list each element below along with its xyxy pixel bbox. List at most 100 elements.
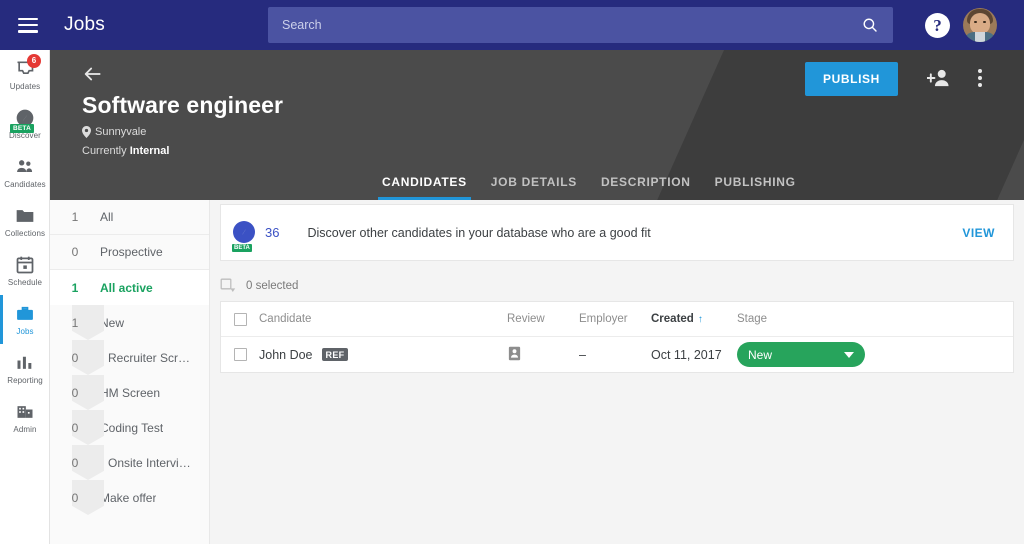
sidebar-item-label: Jobs bbox=[16, 327, 33, 336]
sidebar-item-updates[interactable]: 6 Updates bbox=[0, 50, 50, 99]
sidebar-rail: 6 Updates BETA Discover bbox=[0, 50, 50, 544]
stage-count: 0 bbox=[50, 456, 100, 470]
stage-filter-prospective[interactable]: 0 Prospective bbox=[50, 235, 209, 270]
candidates-table: Candidate Review Employer Created ↑ Stage… bbox=[220, 301, 1014, 373]
inbox-icon: 6 bbox=[14, 59, 36, 79]
cell-employer: – bbox=[579, 348, 651, 362]
column-header-review[interactable]: Review bbox=[507, 313, 579, 325]
contact-card-icon[interactable] bbox=[507, 346, 522, 361]
stage-count: 1 bbox=[50, 281, 100, 295]
kebab-dot bbox=[978, 69, 982, 73]
hamburger-bar bbox=[18, 24, 38, 27]
row-checkbox[interactable] bbox=[234, 348, 247, 361]
stage-filter-onsite-interview[interactable]: 0 Onsite Intervi… bbox=[50, 445, 209, 480]
table-row[interactable]: John Doe REF – Oct 11, 2017 New bbox=[221, 337, 1013, 372]
sidebar-item-label: Updates bbox=[10, 82, 41, 91]
add-person-icon[interactable] bbox=[927, 68, 951, 88]
stage-filter-recruiter-screen[interactable]: 0 Recruiter Scr… bbox=[50, 340, 209, 375]
publish-button[interactable]: PUBLISH bbox=[805, 62, 898, 96]
tab-description[interactable]: DESCRIPTION bbox=[589, 175, 703, 200]
avatar[interactable] bbox=[963, 8, 997, 42]
sort-ascending-icon: ↑ bbox=[698, 314, 703, 325]
search-bar[interactable] bbox=[268, 7, 893, 43]
stage-filter-make-offer[interactable]: 0 Make offer bbox=[50, 480, 209, 515]
discover-banner: BETA 36 Discover other candidates in you… bbox=[220, 204, 1014, 261]
column-header-stage[interactable]: Stage bbox=[737, 313, 1013, 325]
stage-filter-new[interactable]: 1 New bbox=[50, 305, 209, 340]
tab-publishing[interactable]: PUBLISHING bbox=[703, 175, 808, 200]
compass-icon: BETA bbox=[14, 108, 36, 128]
column-header-created[interactable]: Created ↑ bbox=[651, 313, 737, 325]
search-input[interactable] bbox=[268, 18, 861, 32]
folder-icon bbox=[14, 206, 36, 226]
stage-filter-coding-test[interactable]: 0 Coding Test bbox=[50, 410, 209, 445]
back-arrow-icon[interactable] bbox=[82, 63, 104, 85]
sidebar-item-jobs[interactable]: Jobs bbox=[0, 295, 50, 344]
app-root: Jobs ? 6 Updates bbox=[0, 0, 1024, 544]
compass-icon bbox=[233, 221, 255, 243]
selection-bar: 0 selected bbox=[220, 271, 1014, 301]
select-all-checkbox-cell[interactable] bbox=[221, 313, 259, 326]
stage-label: Onsite Intervi… bbox=[100, 456, 191, 470]
discover-text: Discover other candidates in your databa… bbox=[307, 226, 650, 240]
stage-count: 0 bbox=[50, 351, 100, 365]
kebab-dot bbox=[978, 83, 982, 87]
search-icon[interactable] bbox=[861, 16, 879, 34]
row-checkbox-cell[interactable] bbox=[221, 348, 259, 361]
sidebar-item-schedule[interactable]: Schedule bbox=[0, 246, 50, 295]
job-status-prefix: Currently bbox=[82, 145, 130, 157]
stage-label: Recruiter Scr… bbox=[100, 351, 190, 365]
column-header-candidate[interactable]: Candidate bbox=[259, 313, 507, 325]
stage-label: Coding Test bbox=[100, 421, 163, 435]
avatar-shirt bbox=[975, 32, 985, 42]
stage-filter-all[interactable]: 1 All bbox=[50, 200, 209, 235]
select-all-checkbox[interactable] bbox=[234, 313, 247, 326]
sidebar-item-label: Reporting bbox=[7, 376, 43, 385]
discover-view-button[interactable]: VIEW bbox=[962, 226, 995, 240]
job-location-label: Sunnyvale bbox=[95, 126, 146, 138]
column-header-created-label: Created bbox=[651, 313, 694, 325]
beta-badge: BETA bbox=[232, 244, 252, 252]
stage-filter-list: 1 All 0 Prospective 1 All active 1 New 0… bbox=[50, 200, 210, 544]
stage-count: 0 bbox=[50, 245, 100, 259]
sidebar-item-candidates[interactable]: Candidates bbox=[0, 148, 50, 197]
stage-label: Make offer bbox=[100, 491, 156, 505]
cell-stage: New bbox=[737, 342, 1013, 367]
page-title: Software engineer bbox=[82, 92, 283, 119]
table-header-row: Candidate Review Employer Created ↑ Stage bbox=[221, 302, 1013, 337]
avatar-face bbox=[970, 13, 990, 34]
discover-icon-wrap: BETA bbox=[233, 221, 257, 245]
stage-dropdown[interactable]: New bbox=[737, 342, 865, 367]
candidates-panel: BETA 36 Discover other candidates in you… bbox=[210, 200, 1024, 544]
sidebar-item-label: Schedule bbox=[8, 278, 42, 287]
stage-dropdown-label: New bbox=[748, 348, 772, 362]
job-location: Sunnyvale bbox=[82, 126, 146, 138]
sidebar-item-admin[interactable]: Admin bbox=[0, 393, 50, 442]
column-header-employer[interactable]: Employer bbox=[579, 313, 651, 325]
discover-count: 36 bbox=[265, 225, 279, 240]
hamburger-icon[interactable] bbox=[18, 18, 38, 33]
cell-candidate[interactable]: John Doe REF bbox=[259, 348, 507, 362]
stage-count: 0 bbox=[50, 421, 100, 435]
job-header: Software engineer Sunnyvale Currently In… bbox=[50, 50, 1024, 200]
tab-job-details[interactable]: JOB DETAILS bbox=[479, 175, 589, 200]
help-button[interactable]: ? bbox=[925, 13, 950, 38]
sidebar-item-label: Candidates bbox=[4, 180, 45, 189]
updates-badge: 6 bbox=[27, 54, 41, 68]
sidebar-item-collections[interactable]: Collections bbox=[0, 197, 50, 246]
more-vertical-icon[interactable] bbox=[974, 65, 986, 91]
stage-count: 0 bbox=[50, 491, 100, 505]
stage-label: Prospective bbox=[100, 245, 163, 259]
stage-count: 0 bbox=[50, 386, 100, 400]
stage-filter-all-active[interactable]: 1 All active bbox=[50, 270, 209, 305]
stage-filter-hm-screen[interactable]: 0 HM Screen bbox=[50, 375, 209, 410]
avatar-eye bbox=[983, 21, 986, 23]
sidebar-item-reporting[interactable]: Reporting bbox=[0, 344, 50, 393]
job-status: Currently Internal bbox=[82, 145, 169, 157]
sidebar-item-discover[interactable]: BETA Discover bbox=[0, 99, 50, 148]
checkbox-dropdown-icon[interactable] bbox=[220, 278, 236, 294]
hamburger-bar bbox=[18, 30, 38, 33]
tab-candidates[interactable]: CANDIDATES bbox=[370, 175, 479, 200]
job-tabs: CANDIDATES JOB DETAILS DESCRIPTION PUBLI… bbox=[370, 175, 808, 200]
stage-label: HM Screen bbox=[100, 386, 160, 400]
